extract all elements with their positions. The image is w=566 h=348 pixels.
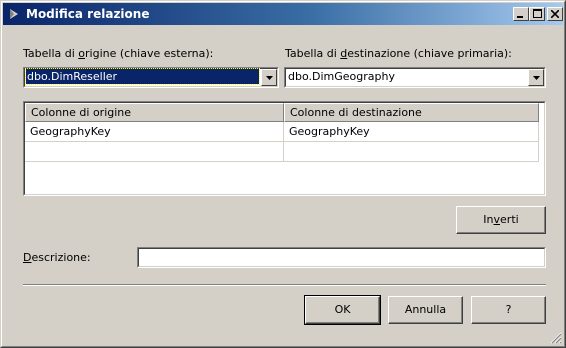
help-button[interactable]: ? — [471, 296, 546, 324]
description-label-post: escrizione: — [31, 251, 91, 264]
source-table-label-accel: o — [78, 47, 86, 60]
description-label: Descrizione: — [23, 251, 91, 264]
maximize-icon — [532, 8, 542, 21]
dest-table-select[interactable]: dbo.DimGeography — [284, 67, 546, 88]
separator — [23, 284, 546, 286]
maximize-button[interactable] — [529, 7, 545, 21]
minimize-button[interactable] — [513, 7, 529, 21]
window-title: Modifica relazione — [26, 7, 150, 21]
dest-table-label: Tabella di destinazione (chiave primaria… — [285, 47, 512, 60]
cancel-button-frame — [389, 297, 462, 323]
table-relation-icon — [8, 8, 20, 20]
close-button[interactable] — [547, 7, 563, 21]
source-table-select[interactable]: dbo.DimReseller — [23, 67, 279, 88]
source-table-label-pre: Tabella di — [23, 47, 79, 60]
grid-cell-source[interactable] — [25, 142, 284, 162]
grid-cell-dest[interactable] — [284, 142, 539, 162]
cancel-button[interactable]: Annulla — [388, 296, 463, 324]
grid-header-dest[interactable]: Colonne di destinazione — [284, 103, 539, 122]
dest-table-label-post: estinazione (chiave primaria): — [347, 47, 512, 60]
source-table-label-post: rigine (chiave esterna): — [85, 47, 214, 60]
invert-button-frame — [457, 207, 545, 233]
ok-button[interactable]: OK — [304, 295, 381, 325]
minimize-icon — [517, 8, 525, 21]
columns-grid[interactable]: Colonne di origine Colonne di destinazio… — [23, 101, 546, 196]
source-table-value: dbo.DimReseller — [25, 68, 260, 85]
chevron-down-icon[interactable] — [261, 69, 277, 86]
title-bar[interactable]: Modifica relazione — [3, 3, 563, 25]
chevron-down-icon[interactable] — [528, 69, 544, 86]
ok-button-frame — [306, 297, 379, 323]
invert-button[interactable]: Inverti — [456, 206, 546, 234]
grid-cell-dest[interactable]: GeographyKey — [284, 122, 539, 142]
grid-header-source[interactable]: Colonne di origine — [25, 103, 284, 122]
description-input-frame — [138, 248, 545, 267]
edit-relationship-dialog: Modifica relazione Tabella di origine (c… — [0, 0, 566, 348]
dest-table-label-pre: Tabella di — [285, 47, 341, 60]
resize-grip-icon[interactable] — [550, 332, 562, 344]
description-input[interactable] — [137, 247, 546, 268]
source-table-label: Tabella di origine (chiave esterna): — [23, 47, 213, 60]
close-icon — [550, 8, 560, 21]
help-button-frame — [472, 297, 545, 323]
grid-cell-source[interactable]: GeographyKey — [25, 122, 284, 142]
dest-table-value: dbo.DimGeography — [288, 70, 395, 83]
